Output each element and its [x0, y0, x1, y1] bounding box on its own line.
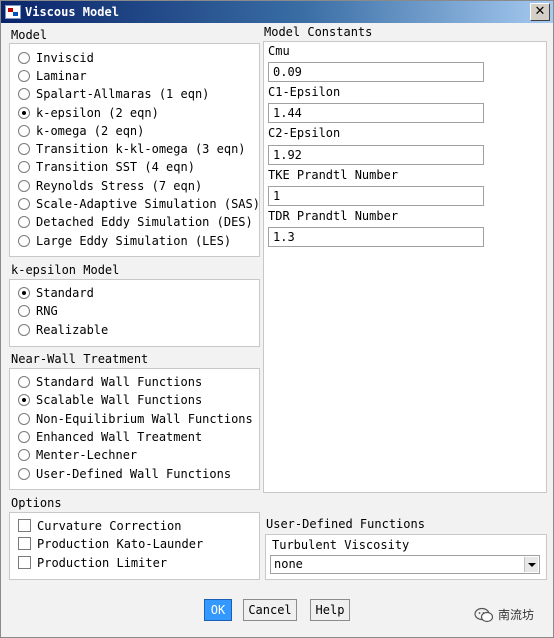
radio-button[interactable]	[18, 324, 30, 336]
k-epsilon-model-group: Standard RNG Realizable	[9, 279, 260, 347]
radio-button[interactable]	[18, 305, 30, 317]
radio-button-selected[interactable]	[18, 394, 30, 406]
radio-button[interactable]	[18, 216, 30, 228]
radio-button[interactable]	[18, 235, 30, 247]
app-icon	[5, 5, 21, 19]
checkbox[interactable]	[18, 537, 31, 550]
radio-button[interactable]	[18, 431, 30, 443]
watermark-text: 南流坊	[498, 608, 535, 622]
radio-button[interactable]	[18, 143, 30, 155]
radio-button[interactable]	[18, 88, 30, 100]
model-constants-section-title: Model Constants	[264, 25, 373, 39]
tke-prandtl-label: TKE Prandtl Number	[268, 168, 399, 182]
options-section-title: Options	[11, 496, 62, 510]
c2-epsilon-field[interactable]: 1.92	[268, 145, 484, 165]
near-wall-section-title: Near-Wall Treatment	[11, 352, 149, 366]
model-section-title: Model	[11, 28, 48, 42]
c1-epsilon-label: C1-Epsilon	[268, 85, 341, 99]
near-wall-group: Standard Wall Functions Scalable Wall Fu…	[9, 368, 260, 490]
cmu-label: Cmu	[268, 44, 290, 58]
radio-button[interactable]	[18, 449, 30, 461]
window-title: Viscous Model	[25, 5, 119, 19]
chevron-down-icon[interactable]	[524, 557, 538, 572]
radio-button[interactable]	[18, 180, 30, 192]
radio-button[interactable]	[18, 376, 30, 388]
help-button[interactable]: Help	[310, 599, 350, 621]
ok-button[interactable]: OK	[204, 599, 232, 621]
radio-button[interactable]	[18, 52, 30, 64]
radio-button[interactable]	[18, 125, 30, 137]
radio-button[interactable]	[18, 198, 30, 210]
viscous-model-dialog: Viscous Model ✕ Model Inviscid Laminar S…	[0, 0, 554, 638]
tdr-prandtl-label: TDR Prandtl Number	[268, 209, 399, 223]
wechat-icon	[474, 607, 494, 623]
checkbox[interactable]	[18, 556, 31, 569]
tke-prandtl-field[interactable]: 1	[268, 186, 484, 206]
checkbox[interactable]	[18, 519, 31, 532]
udf-section-title: User-Defined Functions	[266, 517, 425, 531]
k-epsilon-model-section-title: k-epsilon Model	[11, 263, 120, 277]
options-group: Curvature Correction Production Kato-Lau…	[9, 512, 260, 580]
radio-button[interactable]	[18, 468, 30, 480]
radio-button[interactable]	[18, 413, 30, 425]
turbulent-viscosity-label: Turbulent Viscosity	[272, 538, 410, 552]
turbulent-viscosity-dropdown[interactable]: none	[270, 555, 540, 574]
radio-button[interactable]	[18, 70, 30, 82]
radio-button-selected[interactable]	[18, 107, 30, 119]
c2-epsilon-label: C2-Epsilon	[268, 126, 341, 140]
radio-button-selected[interactable]	[18, 287, 30, 299]
cmu-field[interactable]: 0.09	[268, 62, 484, 82]
radio-button[interactable]	[18, 161, 30, 173]
title-bar: Viscous Model ✕	[1, 1, 553, 23]
cancel-button[interactable]: Cancel	[243, 599, 297, 621]
turbulent-viscosity-value: none	[274, 557, 303, 571]
close-button[interactable]: ✕	[530, 3, 550, 21]
tdr-prandtl-field[interactable]: 1.3	[268, 227, 484, 247]
model-group: Inviscid Laminar Spalart-Allmaras (1 eqn…	[9, 43, 260, 257]
c1-epsilon-field[interactable]: 1.44	[268, 103, 484, 123]
